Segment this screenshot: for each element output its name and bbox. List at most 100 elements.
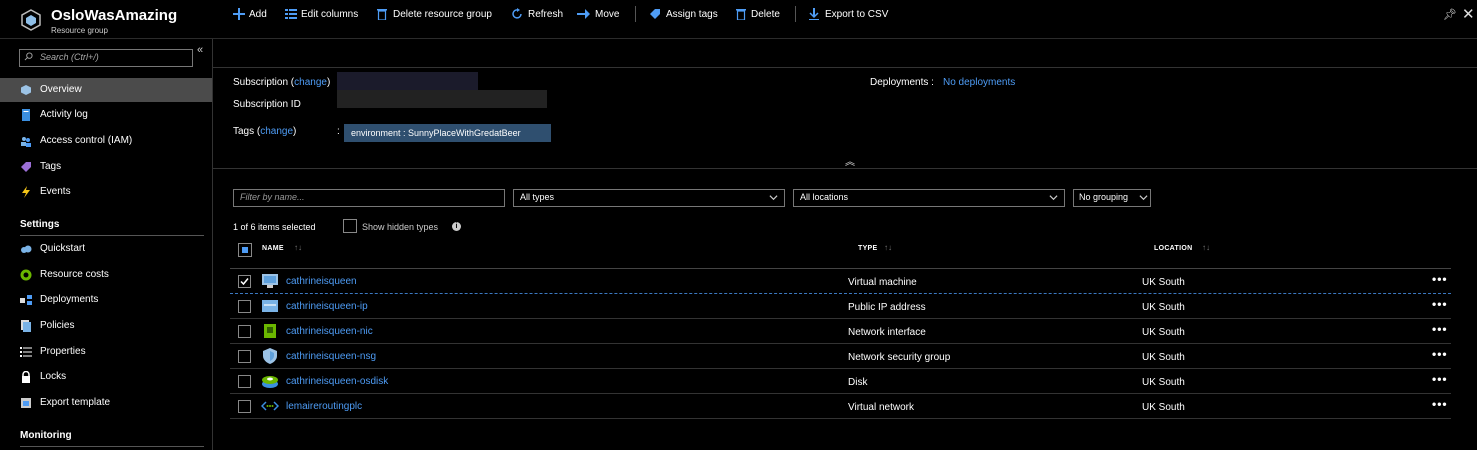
resource-type: Virtual network (848, 402, 914, 413)
grouping-value: No grouping (1079, 192, 1129, 202)
plus-icon (233, 8, 245, 20)
sidebar-item-resource-costs[interactable]: Resource costs (0, 263, 212, 287)
sidebar-item-events[interactable]: Events (0, 180, 212, 204)
tag-pill[interactable]: environment : SunnyPlaceWithGredatBeer (344, 124, 551, 142)
sidebar-item-label: Deployments (40, 294, 99, 305)
page-title: OsloWasAmazing (51, 7, 178, 24)
resource-name-link[interactable]: cathrineisqueen-nsg (286, 351, 376, 362)
resource-type: Disk (848, 377, 868, 388)
more-actions-icon[interactable]: ••• (1432, 322, 1448, 336)
types-value: All types (520, 192, 555, 202)
more-actions-icon[interactable]: ••• (1432, 272, 1448, 286)
more-actions-icon[interactable]: ••• (1432, 347, 1448, 361)
policies-icon (21, 320, 31, 332)
subscription-id-label: Subscription ID (233, 99, 301, 110)
sort-arrows-icon[interactable]: ↑↓ (884, 243, 892, 252)
row-checkbox[interactable] (238, 325, 251, 338)
resource-name-link[interactable]: cathrineisqueen-osdisk (286, 376, 388, 387)
sidebar-item-label: Policies (40, 320, 75, 331)
close-icon[interactable]: ✕ (1462, 5, 1475, 23)
locations-dropdown[interactable]: All locations (793, 189, 1065, 207)
resource-location: UK South (1142, 377, 1185, 388)
more-actions-icon[interactable]: ••• (1432, 397, 1448, 411)
sidebar-item-deployments[interactable]: Deployments (0, 288, 212, 312)
settings-divider (20, 235, 204, 236)
sidebar-item-policies[interactable]: Policies (0, 314, 212, 338)
pin-icon[interactable]: 📌︎ (1443, 8, 1457, 21)
more-actions-icon[interactable]: ••• (1432, 297, 1448, 311)
deployments-link[interactable]: No deployments (943, 77, 1015, 88)
change-subscription-link[interactable]: change (294, 77, 327, 88)
checkmark-icon (240, 278, 249, 286)
show-hidden-types-checkbox[interactable] (343, 219, 357, 233)
row-checkbox[interactable] (238, 375, 251, 388)
tag-pill-text: environment : SunnyPlaceWithGredatBeer (351, 128, 521, 138)
sort-arrows-icon[interactable]: ↑↓ (1202, 243, 1210, 252)
tag-icon (650, 9, 660, 19)
list-icon (20, 347, 32, 357)
resource-name-link[interactable]: cathrineisqueen-nic (286, 326, 373, 337)
document-icon (22, 109, 30, 121)
sidebar-item-tags[interactable]: Tags (0, 155, 212, 179)
sidebar-item-access-control[interactable]: Access control (IAM) (0, 129, 212, 153)
edit-columns-label: Edit columns (301, 9, 359, 20)
sidebar-item-quickstart[interactable]: Quickstart (0, 237, 212, 261)
sort-arrows-icon[interactable]: ↑↓ (294, 243, 302, 252)
change-tags-link[interactable]: change (260, 126, 293, 137)
virtual-network-icon (261, 401, 279, 411)
settings-heading: Settings (20, 219, 60, 230)
sidebar-item-label: Quickstart (40, 243, 86, 254)
cost-circle-icon (20, 269, 32, 281)
chevron-down-icon (1049, 195, 1058, 201)
arrow-right-icon (577, 9, 590, 19)
resource-location: UK South (1142, 352, 1185, 363)
table-row[interactable]: cathrineisqueen-nsg Network security gro… (230, 344, 1451, 369)
sidebar-item-overview[interactable]: Overview (0, 78, 212, 102)
column-header-name[interactable]: NAME (262, 245, 284, 252)
filter-by-name-input[interactable]: Filter by name... (233, 189, 505, 207)
assign-tags-label: Assign tags (666, 9, 718, 20)
column-header-location[interactable]: LOCATION (1154, 245, 1192, 252)
delete-resource-group-label: Delete resource group (393, 9, 492, 20)
collapse-sidebar-icon[interactable]: « (197, 44, 203, 56)
row-checkbox[interactable] (238, 350, 251, 363)
tags-colon: : (337, 126, 340, 137)
table-row[interactable]: cathrineisqueen-ip Public IP address UK … (230, 294, 1451, 319)
table-row[interactable]: lemaireroutingplc Virtual network UK Sou… (230, 394, 1451, 419)
table-row[interactable]: cathrineisqueen-osdisk Disk UK South ••• (230, 369, 1451, 394)
table-row[interactable]: cathrineisqueen-nic Network interface UK… (230, 319, 1451, 344)
refresh-label: Refresh (528, 9, 564, 20)
sidebar-item-label: Events (40, 186, 71, 197)
sidebar-item-label: Export template (40, 397, 111, 408)
grouping-dropdown[interactable]: No grouping (1073, 189, 1151, 207)
resource-name-link[interactable]: lemaireroutingplc (286, 401, 362, 412)
toolbar-separator (795, 6, 796, 22)
info-icon[interactable]: i (452, 222, 461, 231)
sidebar-item-properties[interactable]: Properties (0, 340, 212, 364)
types-dropdown[interactable]: All types (513, 189, 785, 207)
select-all-checkbox[interactable] (238, 243, 252, 257)
network-interface-icon (264, 324, 276, 338)
resource-name-link[interactable]: cathrineisqueen (286, 276, 357, 287)
refresh-icon (512, 8, 522, 19)
resource-name-link[interactable]: cathrineisqueen-ip (286, 301, 368, 312)
resource-type: Network interface (848, 327, 926, 338)
sidebar-item-export-template[interactable]: Export template (0, 391, 212, 415)
sidebar-search-input[interactable]: Search (Ctrl+/) (19, 49, 193, 67)
trash-icon (736, 9, 746, 20)
sidebar-item-label: Locks (40, 371, 67, 382)
redacted-subscription-id (337, 90, 547, 108)
sidebar-item-activity-log[interactable]: Activity log (0, 103, 212, 127)
row-checkbox[interactable] (238, 400, 251, 413)
search-icon (24, 52, 33, 61)
essentials-divider (213, 168, 1477, 169)
sidebar-item-locks[interactable]: Locks (0, 365, 212, 389)
column-header-type[interactable]: TYPE (858, 245, 877, 252)
more-actions-icon[interactable]: ••• (1432, 372, 1448, 386)
table-row[interactable]: cathrineisqueen Virtual machine UK South… (230, 269, 1451, 294)
row-checkbox[interactable] (238, 300, 251, 313)
row-checkbox[interactable] (238, 275, 251, 288)
collapse-essentials-icon[interactable]: ︽ (845, 153, 855, 168)
search-placeholder: Search (Ctrl+/) (40, 52, 99, 62)
resource-type: Virtual machine (848, 277, 917, 288)
